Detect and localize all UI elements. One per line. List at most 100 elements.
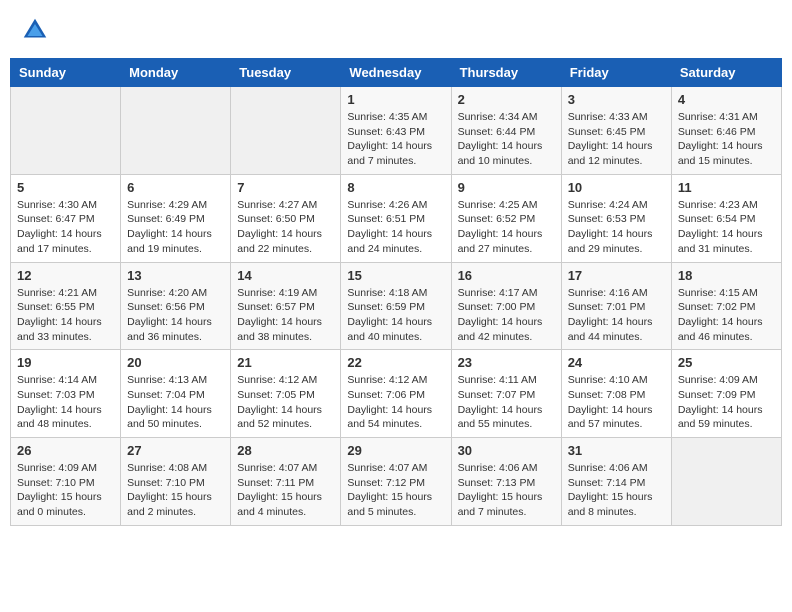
day-info: Sunrise: 4:09 AM Sunset: 7:09 PM Dayligh… [678, 373, 775, 432]
day-of-week-header: Thursday [451, 59, 561, 87]
day-of-week-header: Sunday [11, 59, 121, 87]
day-number: 22 [347, 355, 444, 370]
day-number: 10 [568, 180, 665, 195]
day-info: Sunrise: 4:34 AM Sunset: 6:44 PM Dayligh… [458, 110, 555, 169]
day-number: 7 [237, 180, 334, 195]
day-of-week-header: Wednesday [341, 59, 451, 87]
calendar-cell: 26 Sunrise: 4:09 AM Sunset: 7:10 PM Dayli… [11, 438, 121, 526]
calendar-cell: 9 Sunrise: 4:25 AM Sunset: 6:52 PM Daylig… [451, 174, 561, 262]
calendar-cell: 13Sunrise: 4:20 AM Sunset: 6:56 PM Dayli… [121, 262, 231, 350]
day-info: Sunrise: 4:08 AM Sunset: 7:10 PM Dayligh… [127, 461, 224, 520]
day-info: Sunrise: 4:15 AM Sunset: 7:02 PM Dayligh… [678, 286, 775, 345]
calendar-cell: 11Sunrise: 4:23 AM Sunset: 6:54 PM Dayli… [671, 174, 781, 262]
calendar-cell: 4Sunrise: 4:31 AM Sunset: 6:46 PM Daylig… [671, 87, 781, 175]
day-info: Sunrise: 4:09 AM Sunset: 7:10 PM Dayligh… [17, 461, 114, 520]
day-info: Sunrise: 4:16 AM Sunset: 7:01 PM Dayligh… [568, 286, 665, 345]
calendar-cell: 12Sunrise: 4:21 AM Sunset: 6:55 PM Dayli… [11, 262, 121, 350]
day-info: Sunrise: 4:29 AM Sunset: 6:49 PM Dayligh… [127, 198, 224, 257]
day-number: 23 [458, 355, 555, 370]
calendar-cell: 23 Sunrise: 4:11 AM Sunset: 7:07 PM Dayli… [451, 350, 561, 438]
day-number: 8 [347, 180, 444, 195]
calendar-cell: 28Sunrise: 4:07 AM Sunset: 7:11 PM Dayli… [231, 438, 341, 526]
calendar-week-row: 12Sunrise: 4:21 AM Sunset: 6:55 PM Dayli… [11, 262, 782, 350]
day-of-week-header: Tuesday [231, 59, 341, 87]
calendar-week-row: 26 Sunrise: 4:09 AM Sunset: 7:10 PM Dayli… [11, 438, 782, 526]
day-info: Sunrise: 4:33 AM Sunset: 6:45 PM Dayligh… [568, 110, 665, 169]
calendar-cell: 29 Sunrise: 4:07 AM Sunset: 7:12 PM Dayli… [341, 438, 451, 526]
day-number: 28 [237, 443, 334, 458]
calendar-table: SundayMondayTuesdayWednesdayThursdayFrid… [10, 58, 782, 526]
day-info: Sunrise: 4:12 AM Sunset: 7:05 PM Dayligh… [237, 373, 334, 432]
days-of-week-row: SundayMondayTuesdayWednesdayThursdayFrid… [11, 59, 782, 87]
calendar-cell: 31 Sunrise: 4:06 AM Sunset: 7:14 PM Dayli… [561, 438, 671, 526]
calendar-week-row: 19 Sunrise: 4:14 AM Sunset: 7:03 PM Dayli… [11, 350, 782, 438]
day-number: 17 [568, 268, 665, 283]
day-number: 3 [568, 92, 665, 107]
calendar-cell: 8 Sunrise: 4:26 AM Sunset: 6:51 PM Daylig… [341, 174, 451, 262]
day-info: Sunrise: 4:26 AM Sunset: 6:51 PM Dayligh… [347, 198, 444, 257]
calendar-cell: 21 Sunrise: 4:12 AM Sunset: 7:05 PM Dayli… [231, 350, 341, 438]
calendar-cell: 20Sunrise: 4:13 AM Sunset: 7:04 PM Dayli… [121, 350, 231, 438]
day-number: 9 [458, 180, 555, 195]
calendar-cell [11, 87, 121, 175]
day-info: Sunrise: 4:35 AM Sunset: 6:43 PM Dayligh… [347, 110, 444, 169]
calendar-cell: 10Sunrise: 4:24 AM Sunset: 6:53 PM Dayli… [561, 174, 671, 262]
calendar-cell: 17 Sunrise: 4:16 AM Sunset: 7:01 PM Dayli… [561, 262, 671, 350]
calendar-cell: 24 Sunrise: 4:10 AM Sunset: 7:08 PM Dayli… [561, 350, 671, 438]
day-number: 6 [127, 180, 224, 195]
day-info: Sunrise: 4:23 AM Sunset: 6:54 PM Dayligh… [678, 198, 775, 257]
day-number: 24 [568, 355, 665, 370]
calendar-week-row: 5 Sunrise: 4:30 AM Sunset: 6:47 PM Daylig… [11, 174, 782, 262]
day-info: Sunrise: 4:11 AM Sunset: 7:07 PM Dayligh… [458, 373, 555, 432]
calendar-cell: 15 Sunrise: 4:18 AM Sunset: 6:59 PM Dayli… [341, 262, 451, 350]
day-number: 25 [678, 355, 775, 370]
logo [20, 15, 54, 45]
calendar-cell: 5 Sunrise: 4:30 AM Sunset: 6:47 PM Daylig… [11, 174, 121, 262]
day-info: Sunrise: 4:25 AM Sunset: 6:52 PM Dayligh… [458, 198, 555, 257]
day-number: 30 [458, 443, 555, 458]
day-of-week-header: Monday [121, 59, 231, 87]
calendar-cell: 14 Sunrise: 4:19 AM Sunset: 6:57 PM Dayli… [231, 262, 341, 350]
day-number: 20 [127, 355, 224, 370]
day-info: Sunrise: 4:07 AM Sunset: 7:12 PM Dayligh… [347, 461, 444, 520]
day-info: Sunrise: 4:18 AM Sunset: 6:59 PM Dayligh… [347, 286, 444, 345]
day-info: Sunrise: 4:14 AM Sunset: 7:03 PM Dayligh… [17, 373, 114, 432]
calendar-cell: 18 Sunrise: 4:15 AM Sunset: 7:02 PM Dayli… [671, 262, 781, 350]
day-number: 15 [347, 268, 444, 283]
day-info: Sunrise: 4:06 AM Sunset: 7:14 PM Dayligh… [568, 461, 665, 520]
day-number: 1 [347, 92, 444, 107]
day-info: Sunrise: 4:27 AM Sunset: 6:50 PM Dayligh… [237, 198, 334, 257]
day-number: 21 [237, 355, 334, 370]
day-info: Sunrise: 4:17 AM Sunset: 7:00 PM Dayligh… [458, 286, 555, 345]
day-number: 29 [347, 443, 444, 458]
day-number: 19 [17, 355, 114, 370]
day-of-week-header: Friday [561, 59, 671, 87]
calendar-cell [231, 87, 341, 175]
calendar-cell [121, 87, 231, 175]
calendar-cell: 27Sunrise: 4:08 AM Sunset: 7:10 PM Dayli… [121, 438, 231, 526]
calendar-cell [671, 438, 781, 526]
day-number: 4 [678, 92, 775, 107]
calendar-cell: 16 Sunrise: 4:17 AM Sunset: 7:00 PM Dayli… [451, 262, 561, 350]
day-number: 18 [678, 268, 775, 283]
day-info: Sunrise: 4:30 AM Sunset: 6:47 PM Dayligh… [17, 198, 114, 257]
day-number: 12 [17, 268, 114, 283]
day-number: 2 [458, 92, 555, 107]
day-info: Sunrise: 4:19 AM Sunset: 6:57 PM Dayligh… [237, 286, 334, 345]
day-number: 31 [568, 443, 665, 458]
day-number: 16 [458, 268, 555, 283]
day-info: Sunrise: 4:12 AM Sunset: 7:06 PM Dayligh… [347, 373, 444, 432]
calendar-cell: 3 Sunrise: 4:33 AM Sunset: 6:45 PM Daylig… [561, 87, 671, 175]
day-of-week-header: Saturday [671, 59, 781, 87]
day-number: 5 [17, 180, 114, 195]
calendar-cell: 19 Sunrise: 4:14 AM Sunset: 7:03 PM Dayli… [11, 350, 121, 438]
day-info: Sunrise: 4:20 AM Sunset: 6:56 PM Dayligh… [127, 286, 224, 345]
day-info: Sunrise: 4:10 AM Sunset: 7:08 PM Dayligh… [568, 373, 665, 432]
calendar-cell: 6 Sunrise: 4:29 AM Sunset: 6:49 PM Daylig… [121, 174, 231, 262]
calendar-cell: 2 Sunrise: 4:34 AM Sunset: 6:44 PM Daylig… [451, 87, 561, 175]
calendar-cell: 25 Sunrise: 4:09 AM Sunset: 7:09 PM Dayli… [671, 350, 781, 438]
day-number: 14 [237, 268, 334, 283]
calendar-cell: 7 Sunrise: 4:27 AM Sunset: 6:50 PM Daylig… [231, 174, 341, 262]
day-number: 26 [17, 443, 114, 458]
calendar-cell: 30Sunrise: 4:06 AM Sunset: 7:13 PM Dayli… [451, 438, 561, 526]
